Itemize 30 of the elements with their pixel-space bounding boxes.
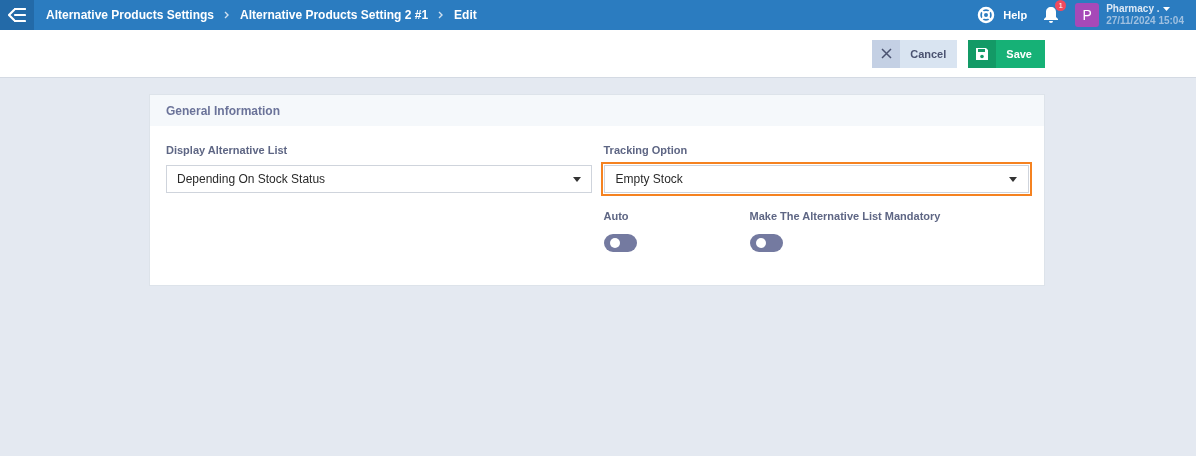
help-button[interactable]: Help	[977, 6, 1028, 24]
user-name[interactable]: Pharmacy .	[1106, 3, 1184, 15]
save-button[interactable]: Save	[968, 39, 1045, 68]
toggle-label: Make The Alternative List Mandatory	[749, 210, 941, 222]
caret-icon	[572, 176, 581, 182]
card-title: General Information	[166, 103, 281, 118]
cancel-button[interactable]: Cancel	[872, 39, 958, 68]
caret-icon	[1009, 176, 1017, 182]
notifications-button[interactable]: 1	[1043, 0, 1067, 24]
select-field[interactable]: Depending On Stock Status	[166, 165, 592, 193]
chevron-icon	[438, 11, 445, 19]
toggle-switch[interactable]	[603, 234, 637, 252]
save-icon	[975, 46, 990, 61]
toggle-switch[interactable]	[749, 234, 783, 252]
breadcrumb-link[interactable]: Alternative Products Settings	[46, 8, 215, 22]
bell-icon	[1043, 6, 1060, 24]
notification-badge: 1	[1055, 0, 1067, 11]
menu-button[interactable]	[0, 0, 34, 30]
caret-icon	[1162, 7, 1170, 11]
menu-icon	[8, 8, 26, 22]
chevron-icon	[224, 11, 231, 19]
datetime-text: 27/11/2024 15:04	[1106, 15, 1184, 27]
select-field[interactable]: Empty Stock	[600, 162, 1032, 196]
toggle-label: Auto	[603, 210, 630, 222]
user-avatar[interactable]: P	[1075, 3, 1100, 27]
help-icon	[977, 6, 996, 24]
field-label: Display Alternative List	[166, 144, 289, 156]
field-label: Tracking Option	[603, 144, 689, 156]
breadcrumb-link[interactable]: Alternative Products Setting 2 #1	[240, 8, 429, 22]
close-icon	[880, 48, 892, 59]
